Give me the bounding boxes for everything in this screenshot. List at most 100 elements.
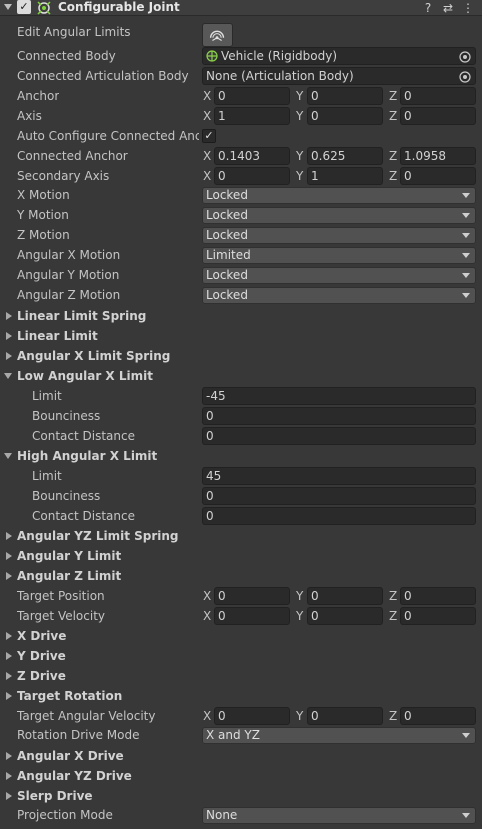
linear-limit-foldout[interactable]: Linear Limit — [0, 326, 482, 346]
angular-x-drive-foldout[interactable]: Angular X Drive — [0, 746, 482, 766]
target-angular-velocity-label: Target Angular Velocity — [17, 709, 156, 723]
anchor-x-field[interactable]: 0 — [214, 87, 290, 105]
connected-articulation-body-field[interactable]: None (Articulation Body) — [202, 67, 476, 85]
low-angular-x-limit-label: Low Angular X Limit — [17, 369, 153, 383]
linear-limit-spring-foldout[interactable]: Linear Limit Spring — [0, 306, 482, 326]
y-motion-value: Locked — [206, 208, 248, 222]
connected-anchor-x-label[interactable]: X — [203, 146, 211, 166]
x-motion-value: Locked — [206, 188, 248, 202]
target-velocity-y-field[interactable]: 0 — [307, 607, 383, 625]
high-contact-distance-field[interactable]: 0 — [202, 507, 476, 525]
axis-y-field[interactable]: 0 — [307, 107, 383, 125]
high-bounciness-field[interactable]: 0 — [202, 487, 476, 505]
context-menu-icon[interactable]: ⋮ — [461, 0, 475, 16]
object-picker-icon[interactable] — [458, 50, 472, 64]
z-drive-foldout[interactable]: Z Drive — [0, 666, 482, 686]
anchor-y-label[interactable]: Y — [296, 86, 303, 106]
secondary-axis-z-field[interactable]: 0 — [400, 167, 476, 185]
object-picker-icon[interactable] — [458, 70, 472, 84]
anchor-z-label[interactable]: Z — [389, 86, 397, 106]
anchor-y-field[interactable]: 0 — [307, 87, 383, 105]
help-icon[interactable]: ? — [421, 0, 435, 16]
connected-anchor-y-field[interactable]: 0.625 — [307, 147, 383, 165]
x-motion-dropdown[interactable]: Locked — [202, 187, 476, 204]
connected-body-value: Vehicle (Rigidbody) — [221, 49, 338, 63]
high-bounciness-row: Bounciness 0 — [0, 486, 482, 506]
connected-anchor-x-field[interactable]: 0.1403 — [214, 147, 290, 165]
target-velocity-z-field[interactable]: 0 — [400, 607, 476, 625]
projection-mode-dropdown[interactable]: None — [202, 807, 476, 824]
auto-configure-checkbox[interactable]: ✓ — [202, 129, 216, 143]
target-angular-velocity-z-label[interactable]: Z — [389, 706, 397, 726]
target-angular-velocity-x-label[interactable]: X — [203, 706, 211, 726]
connected-anchor-z-label[interactable]: Z — [389, 146, 397, 166]
axis-z-field[interactable]: 0 — [400, 107, 476, 125]
high-contact-distance-label: Contact Distance — [32, 509, 135, 523]
axis-z-label[interactable]: Z — [389, 106, 397, 126]
angular-yz-limit-spring-foldout[interactable]: Angular YZ Limit Spring — [0, 526, 482, 546]
y-drive-foldout[interactable]: Y Drive — [0, 646, 482, 666]
connected-anchor-z-field[interactable]: 1.0958 — [400, 147, 476, 165]
z-motion-dropdown[interactable]: Locked — [202, 227, 476, 244]
connected-body-field[interactable]: Vehicle (Rigidbody) — [202, 47, 476, 65]
low-limit-field[interactable]: -45 — [202, 387, 476, 405]
target-velocity-x-field[interactable]: 0 — [214, 607, 290, 625]
axis-x-label[interactable]: X — [203, 106, 211, 126]
high-limit-row: Limit 45 — [0, 466, 482, 486]
angular-yz-drive-foldout[interactable]: Angular YZ Drive — [0, 766, 482, 786]
target-velocity-y-label[interactable]: Y — [296, 606, 303, 626]
low-bounciness-field[interactable]: 0 — [202, 407, 476, 425]
target-position-y-label[interactable]: Y — [296, 586, 303, 606]
anchor-z-field[interactable]: 0 — [400, 87, 476, 105]
edit-angular-limits-button[interactable] — [202, 23, 233, 47]
low-bounciness-label: Bounciness — [32, 409, 101, 423]
secondary-axis-row: Secondary Axis X 0 Y 1 Z 0 — [0, 166, 482, 186]
angular-y-limit-foldout[interactable]: Angular Y Limit — [0, 546, 482, 566]
rotation-drive-mode-dropdown[interactable]: X and YZ — [202, 727, 476, 744]
high-angular-x-limit-foldout[interactable]: High Angular X Limit — [0, 446, 482, 466]
target-position-z-field[interactable]: 0 — [400, 587, 476, 605]
x-motion-row: X Motion Locked — [0, 185, 482, 205]
angular-x-limit-spring-foldout[interactable]: Angular X Limit Spring — [0, 346, 482, 366]
slerp-drive-foldout[interactable]: Slerp Drive — [0, 786, 482, 806]
y-motion-dropdown[interactable]: Locked — [202, 207, 476, 224]
rotation-drive-mode-value: X and YZ — [206, 728, 260, 742]
angular-y-motion-dropdown[interactable]: Locked — [202, 267, 476, 284]
edit-angular-limits-row: Edit Angular Limits — [0, 22, 482, 47]
low-angular-x-limit-foldout[interactable]: Low Angular X Limit — [0, 366, 482, 386]
x-drive-foldout[interactable]: X Drive — [0, 626, 482, 646]
angular-z-motion-dropdown[interactable]: Locked — [202, 287, 476, 304]
component-enabled-checkbox[interactable]: ✓ — [17, 0, 31, 14]
target-rotation-foldout[interactable]: Target Rotation — [0, 686, 482, 706]
low-contact-distance-field[interactable]: 0 — [202, 427, 476, 445]
connected-anchor-label: Connected Anchor — [17, 149, 128, 163]
target-angular-velocity-z-field[interactable]: 0 — [400, 707, 476, 725]
anchor-x-label[interactable]: X — [203, 86, 211, 106]
secondary-axis-x-field[interactable]: 0 — [214, 167, 290, 185]
angular-x-motion-dropdown[interactable]: Limited — [202, 247, 476, 264]
target-angular-velocity-x-field[interactable]: 0 — [214, 707, 290, 725]
secondary-axis-x-label[interactable]: X — [203, 166, 211, 186]
high-limit-label: Limit — [32, 469, 62, 483]
connected-anchor-y-label[interactable]: Y — [296, 146, 303, 166]
target-velocity-x-label[interactable]: X — [203, 606, 211, 626]
target-position-x-label[interactable]: X — [203, 586, 211, 606]
secondary-axis-y-label[interactable]: Y — [296, 166, 303, 186]
axis-y-label[interactable]: Y — [296, 106, 303, 126]
secondary-axis-z-label[interactable]: Z — [389, 166, 397, 186]
secondary-axis-y-field[interactable]: 1 — [307, 167, 383, 185]
axis-x-field[interactable]: 1 — [214, 107, 290, 125]
high-bounciness-label: Bounciness — [32, 489, 101, 503]
target-position-z-label[interactable]: Z — [389, 586, 397, 606]
angular-z-limit-foldout[interactable]: Angular Z Limit — [0, 566, 482, 586]
target-angular-velocity-y-field[interactable]: 0 — [307, 707, 383, 725]
rotation-drive-mode-row: Rotation Drive Mode X and YZ — [0, 725, 482, 745]
target-position-y-field[interactable]: 0 — [307, 587, 383, 605]
target-position-x-field[interactable]: 0 — [214, 587, 290, 605]
presets-icon[interactable]: ⇄ — [441, 0, 455, 16]
target-angular-velocity-y-label[interactable]: Y — [296, 706, 303, 726]
high-limit-field[interactable]: 45 — [202, 467, 476, 485]
target-velocity-z-label[interactable]: Z — [389, 606, 397, 626]
fold-arrow-icon[interactable] — [4, 4, 12, 10]
foldout-right-icon — [6, 552, 12, 560]
